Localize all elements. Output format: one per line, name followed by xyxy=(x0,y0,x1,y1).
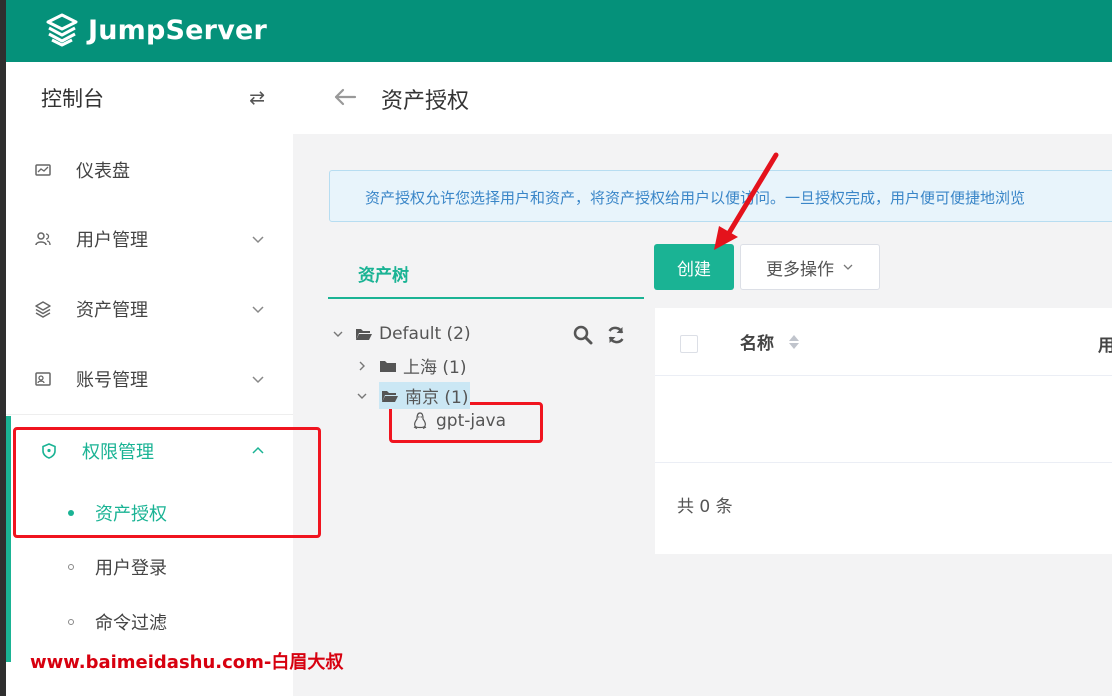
dashboard-icon xyxy=(35,164,51,176)
sidebar-item-label: 资产管理 xyxy=(76,300,148,321)
permission-table: 名称 用 共 0 条 xyxy=(655,308,1112,554)
sidebar-subitem-label: 用户登录 xyxy=(95,558,167,579)
sidebar-item-dashboard[interactable]: 仪表盘 xyxy=(6,135,293,205)
layers-icon xyxy=(35,301,51,318)
sort-icon[interactable] xyxy=(787,332,801,352)
page-title: 资产授权 xyxy=(381,89,470,114)
pagination-total: 共 0 条 xyxy=(677,497,733,517)
search-icon[interactable] xyxy=(573,325,593,345)
tree-node-default[interactable]: Default (2) xyxy=(331,324,471,344)
sidebar: 控制台 ⇄ 仪表盘 用户管理 资产管理 账号管理 权限管理 资产授权 用户登录 … xyxy=(6,62,293,696)
chevron-down-icon xyxy=(357,393,367,399)
folder-open-icon xyxy=(382,390,398,402)
annotation-box xyxy=(13,427,321,538)
tab-underline xyxy=(328,297,644,299)
chevron-down-icon xyxy=(252,306,264,314)
sidebar-item-accounts[interactable]: 账号管理 xyxy=(6,344,293,414)
chevron-right-icon xyxy=(359,361,365,370)
back-arrow-icon[interactable] xyxy=(333,86,357,108)
logo[interactable]: JumpServer xyxy=(44,10,267,50)
tree-node-label: gpt-java xyxy=(436,411,507,431)
sidebar-toggle-icon[interactable]: ⇄ xyxy=(249,87,265,109)
sidebar-item-label: 账号管理 xyxy=(76,370,148,391)
sidebar-subitem-label: 命令过滤 xyxy=(95,613,167,634)
chevron-down-icon xyxy=(843,264,853,270)
chevron-down-icon xyxy=(252,236,264,244)
jumpserver-logo-icon xyxy=(46,13,78,47)
account-icon xyxy=(35,372,51,386)
table-body-empty xyxy=(655,377,1112,463)
tab-asset-tree[interactable]: 资产树 xyxy=(358,261,409,286)
column-header-name[interactable]: 名称 xyxy=(740,329,774,354)
tree-node-nanjing[interactable]: 南京 (1) xyxy=(355,382,471,409)
tree-node-label: 上海 (1) xyxy=(403,358,467,378)
tree-node-gpt-java[interactable]: gpt-java xyxy=(412,411,506,431)
sidebar-header: 控制台 ⇄ xyxy=(6,62,293,134)
bullet-icon xyxy=(68,564,74,570)
table-header: 名称 用 xyxy=(655,308,1112,376)
sidebar-divider xyxy=(6,414,293,415)
page-header: 资产授权 xyxy=(293,62,1112,134)
sidebar-item-assets[interactable]: 资产管理 xyxy=(6,274,293,344)
brand-name: JumpServer xyxy=(88,14,268,46)
sidebar-item-label: 仪表盘 xyxy=(76,161,130,182)
sidebar-item-label: 用户管理 xyxy=(76,230,148,251)
sidebar-title: 控制台 xyxy=(41,87,104,111)
sidebar-subitem-user-login[interactable]: 用户登录 xyxy=(6,540,293,594)
tree-node-label: Default (2) xyxy=(379,324,471,344)
sidebar-subitem-command-filter[interactable]: 命令过滤 xyxy=(6,595,293,649)
selected-node-highlight: 南京 (1) xyxy=(379,382,471,409)
chevron-down-icon xyxy=(252,376,264,384)
users-icon xyxy=(35,232,51,246)
folder-icon xyxy=(380,360,396,372)
column-header-user[interactable]: 用 xyxy=(1098,331,1112,356)
top-header: JumpServer xyxy=(6,0,1112,62)
folder-open-icon xyxy=(356,329,372,340)
chevron-down-icon xyxy=(333,331,343,337)
annotation-arrow xyxy=(714,152,779,250)
linux-icon xyxy=(413,412,427,430)
refresh-icon[interactable] xyxy=(606,325,626,345)
tree-node-shanghai[interactable]: 上海 (1) xyxy=(355,353,466,378)
sidebar-item-users[interactable]: 用户管理 xyxy=(6,204,293,274)
bullet-icon xyxy=(68,619,74,625)
info-text: 资产授权允许您选择用户和资产，将资产授权给用户以便访问。一旦授权完成，用户便可便… xyxy=(365,189,1026,207)
watermark-text: www.baimeidashu.com-白眉大叔 xyxy=(30,652,344,673)
tree-node-label: 南京 (1) xyxy=(405,388,469,408)
select-all-checkbox[interactable] xyxy=(680,335,698,353)
